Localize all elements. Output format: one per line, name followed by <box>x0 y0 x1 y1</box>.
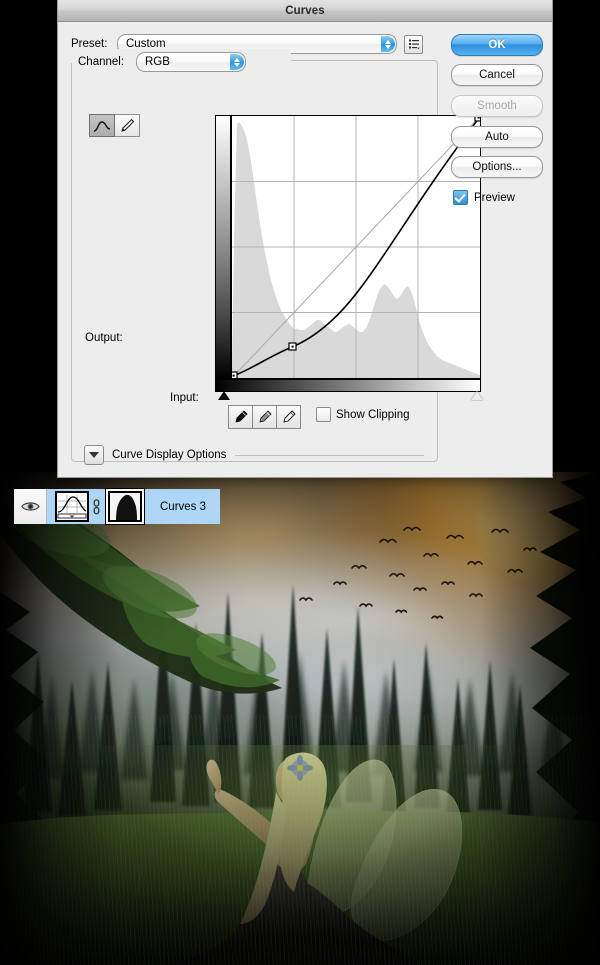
white-point-eyedropper-icon <box>282 410 296 423</box>
eyedropper-group <box>228 405 301 429</box>
link-icon[interactable] <box>92 498 101 515</box>
black-point-eyedropper-icon <box>234 410 248 423</box>
channel-label: Channel: <box>78 56 125 68</box>
preview-row[interactable]: Preview <box>453 190 541 205</box>
curves-adjustment-thumbnail-icon[interactable] <box>55 491 89 522</box>
layer-visibility-toggle[interactable] <box>14 489 47 524</box>
layer-mask-thumbnail-icon[interactable] <box>106 489 144 524</box>
pencil-tool-icon <box>121 118 135 132</box>
section-divider <box>235 454 424 456</box>
preview-label: Preview <box>474 191 515 204</box>
preset-stepper-icon[interactable] <box>381 36 395 52</box>
curve-display-options-row[interactable]: Curve Display Options <box>84 445 424 465</box>
curves-graph-svg[interactable] <box>232 116 480 378</box>
black-point-eyedropper-button[interactable] <box>228 405 253 429</box>
layer-row[interactable]: Curves 3 <box>14 489 221 524</box>
channel-stepper-icon[interactable] <box>230 54 244 70</box>
curve-edit-tools <box>89 114 140 137</box>
gray-point-eyedropper-button[interactable] <box>253 405 277 429</box>
black-point-marker[interactable] <box>218 391 230 400</box>
preview-checkbox[interactable] <box>453 190 468 205</box>
channel-row: Channel: RGB <box>78 52 246 72</box>
white-point-eyedropper-button[interactable] <box>277 405 301 429</box>
show-clipping-row[interactable]: Show Clipping <box>316 407 410 422</box>
curve-tool-button[interactable] <box>89 114 115 137</box>
gray-point-eyedropper-icon <box>258 410 272 423</box>
input-gradient-bar <box>215 379 481 392</box>
cancel-button[interactable]: Cancel <box>451 64 543 86</box>
curve-tool-icon <box>93 120 111 132</box>
curves-dialog: Curves Preset: Custom Channel: RGB Outpu… <box>57 0 553 478</box>
input-label: Input: <box>170 392 199 404</box>
output-label: Output: <box>85 332 123 344</box>
layer-row-body[interactable]: Curves 3 <box>47 489 221 524</box>
dialog-title: Curves <box>285 4 325 17</box>
vignette-layer <box>0 472 600 965</box>
auto-button[interactable]: Auto <box>451 126 543 148</box>
curves-graph[interactable] <box>231 115 481 379</box>
channel-select[interactable]: RGB <box>136 52 246 72</box>
curve-display-options-label: Curve Display Options <box>112 449 227 461</box>
output-gradient-bar <box>215 115 231 379</box>
ok-button[interactable]: OK <box>451 34 543 56</box>
layer-name: Curves 3 <box>160 500 207 513</box>
channel-value: RGB <box>145 56 170 68</box>
show-clipping-label: Show Clipping <box>336 408 410 421</box>
screen-root: Curves 3 Curves Preset: Custom Channel: … <box>0 0 600 965</box>
disclosure-triangle-down-icon[interactable] <box>84 445 104 465</box>
dialog-button-column: OK Cancel Smooth Auto Options... Preview <box>451 34 543 205</box>
document-canvas[interactable] <box>0 472 600 965</box>
show-clipping-checkbox[interactable] <box>316 407 331 422</box>
dialog-body: Preset: Custom Channel: RGB Output: Inpu… <box>58 22 552 477</box>
preset-options-menu-icon[interactable] <box>404 34 423 54</box>
pencil-tool-button[interactable] <box>115 114 140 137</box>
dialog-titlebar[interactable]: Curves <box>58 0 552 22</box>
options-button[interactable]: Options... <box>451 156 543 178</box>
white-point-marker[interactable] <box>471 391 483 400</box>
eye-icon <box>20 502 40 511</box>
smooth-button: Smooth <box>451 95 543 117</box>
